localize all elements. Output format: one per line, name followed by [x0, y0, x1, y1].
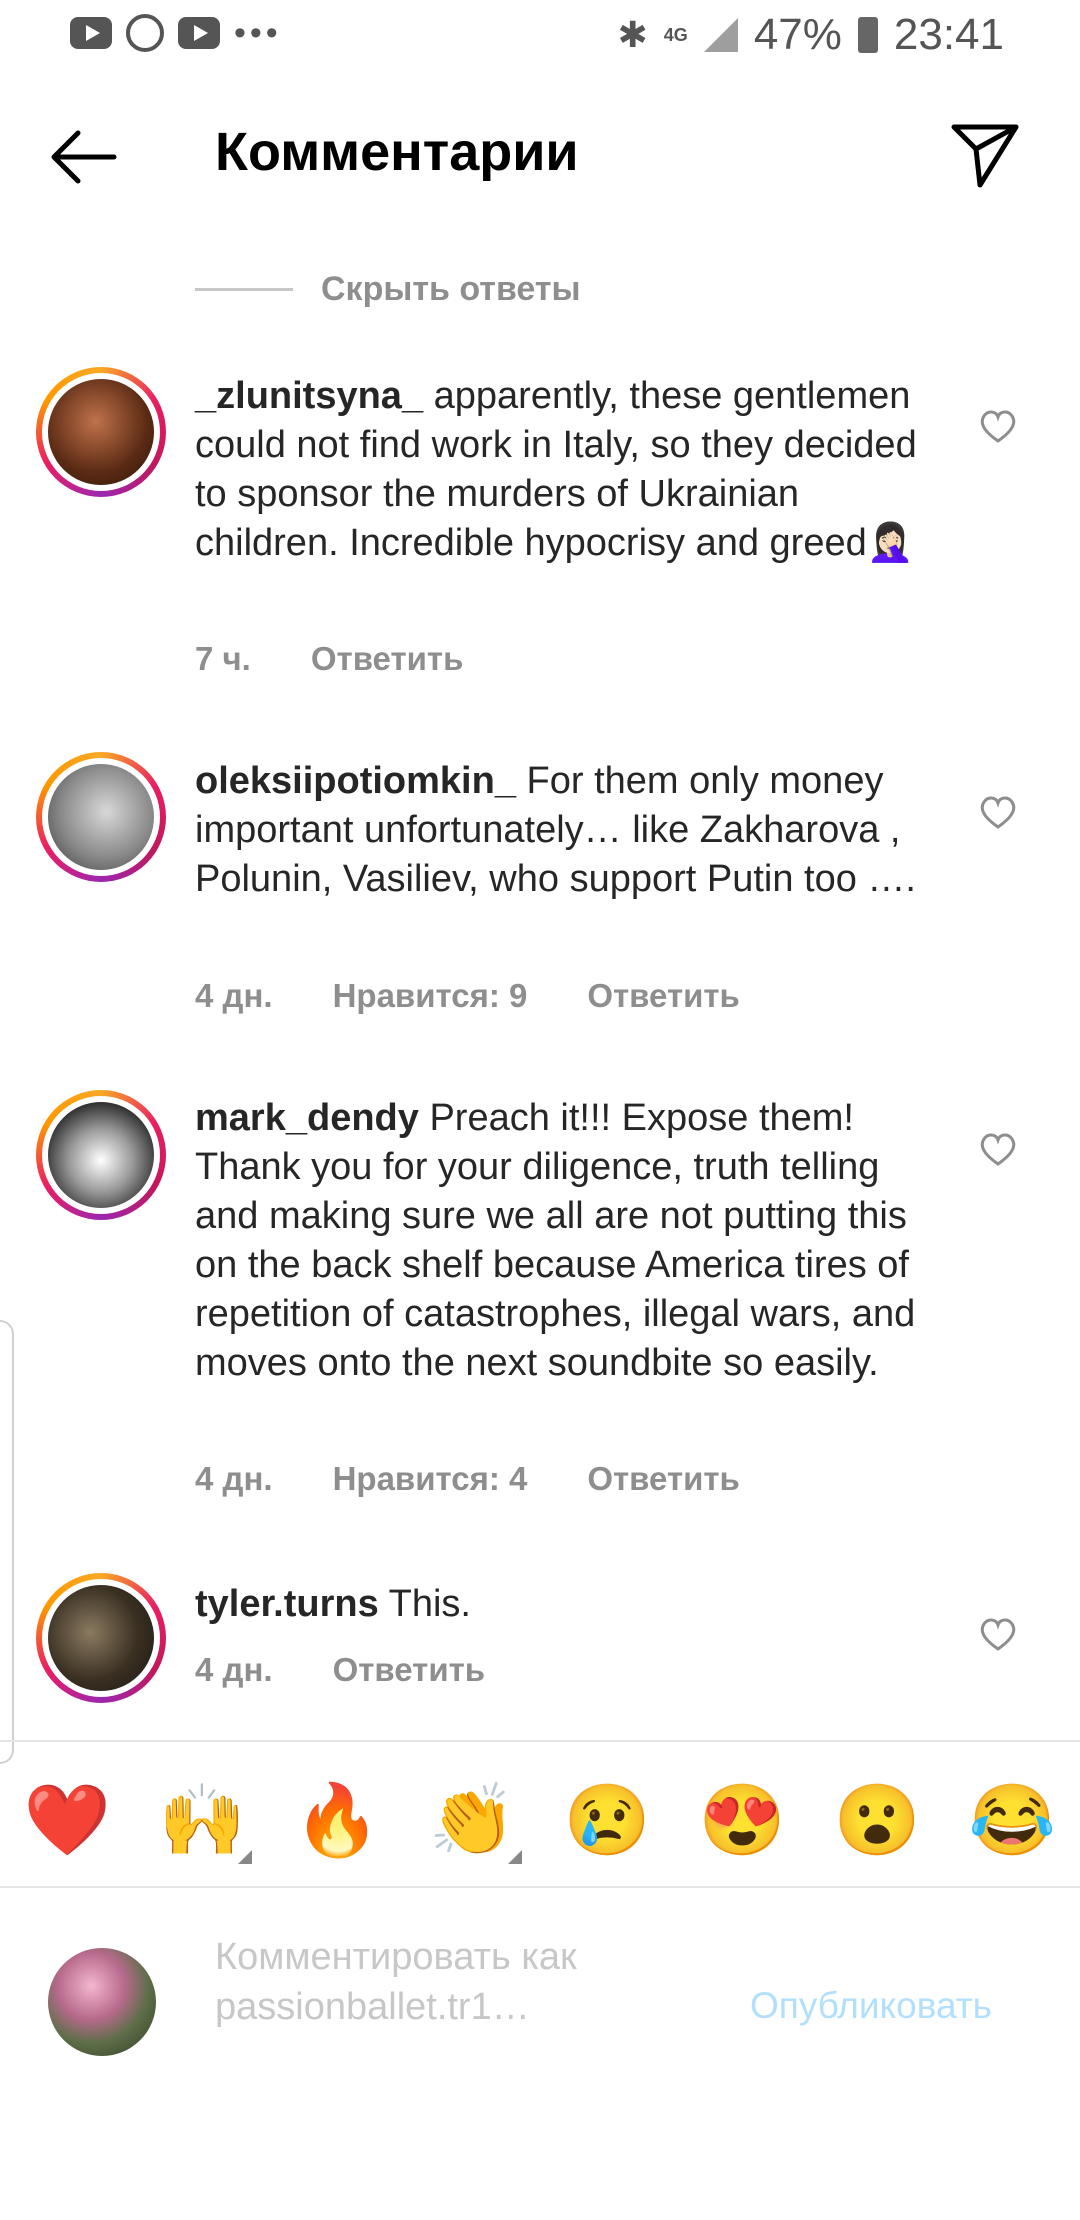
youtube-icon	[178, 17, 220, 49]
direct-message-icon[interactable]	[950, 119, 1020, 189]
comment-body: This.	[388, 1583, 471, 1625]
hide-replies-label: Скрыть ответы	[321, 270, 581, 308]
comment-time: 7 ч.	[195, 640, 251, 677]
emoji-laughing[interactable]: 😂	[945, 1770, 1080, 1870]
avatar[interactable]	[36, 1573, 166, 1703]
whatsapp-icon	[126, 14, 164, 52]
reply-button[interactable]: Ответить	[587, 977, 740, 1015]
emoji-clapping[interactable]: 👏	[405, 1770, 540, 1870]
comment-text: tyler.turns This.	[195, 1580, 940, 1629]
clock: 23:41	[893, 10, 1004, 59]
hide-replies-toggle[interactable]: Скрыть ответы	[195, 270, 581, 309]
like-heart-icon[interactable]	[978, 1131, 1018, 1167]
comment-username[interactable]: tyler.turns	[195, 1583, 379, 1625]
emoji-fire[interactable]: 🔥	[270, 1770, 405, 1870]
like-heart-icon[interactable]	[978, 408, 1018, 444]
notification-icons: •••	[70, 14, 282, 52]
comment-text: mark_dendy Preach it!!! Expose them! Tha…	[195, 1094, 940, 1388]
status-bar: ••• ✱ 4G 47% 23:41	[0, 0, 1080, 72]
emoji-surprised[interactable]: 😮	[810, 1770, 945, 1870]
like-heart-icon[interactable]	[978, 794, 1018, 830]
signal-icon	[703, 18, 738, 52]
back-arrow-icon[interactable]	[48, 127, 118, 187]
likes-count[interactable]: Нравится: 9	[333, 977, 528, 1015]
emoji-heart-eyes[interactable]: 😍	[675, 1770, 810, 1870]
comment-time: 4 дн.	[195, 977, 273, 1014]
emoji-heart[interactable]: ❤️	[0, 1770, 135, 1870]
skin-tone-indicator-icon	[238, 1850, 252, 1864]
comment-input[interactable]: Комментировать как passionballet.tr1…	[215, 1932, 715, 2032]
page-title: Комментарии	[215, 122, 579, 182]
youtube-icon	[70, 17, 112, 49]
reply-button[interactable]: Ответить	[587, 1460, 740, 1498]
emoji-raised-hands-glyph: 🙌	[158, 1781, 247, 1859]
network-type: 4G	[663, 25, 688, 45]
comment-time: 4 дн.	[195, 1651, 273, 1688]
emoji-clapping-glyph: 👏	[428, 1781, 517, 1859]
comment-text: oleksiipotiomkin_ For them only money im…	[195, 757, 940, 904]
comment-meta: 7 ч. Ответить	[195, 640, 463, 678]
emoji-crying[interactable]: 😢	[540, 1770, 675, 1870]
comment-meta: 4 дн. Нравится: 9 Ответить	[195, 977, 740, 1015]
more-icon: •••	[234, 14, 282, 52]
reply-button[interactable]: Ответить	[311, 640, 464, 678]
divider-line	[195, 288, 293, 291]
bluetooth-icon: ✱	[617, 14, 648, 55]
scroll-handle[interactable]	[0, 1320, 14, 1764]
comment-username[interactable]: oleksiipotiomkin_	[195, 760, 516, 802]
avatar[interactable]	[36, 1090, 166, 1220]
avatar[interactable]	[36, 367, 166, 497]
comment-username[interactable]: mark_dendy	[195, 1097, 419, 1139]
comment-username[interactable]: _zlunitsyna_	[195, 375, 423, 417]
battery-percent: 47%	[753, 10, 842, 59]
divider	[0, 1740, 1080, 1742]
comment-meta: 4 дн. Ответить	[195, 1651, 485, 1689]
comment-meta: 4 дн. Нравится: 4 Ответить	[195, 1460, 740, 1498]
emoji-quick-bar: ❤️ 🙌 🔥 👏 😢 😍 😮 😂	[0, 1770, 1080, 1870]
header: Комментарии	[0, 95, 1080, 215]
reply-button[interactable]: Ответить	[333, 1651, 486, 1689]
skin-tone-indicator-icon	[508, 1850, 522, 1864]
emoji-raised-hands[interactable]: 🙌	[135, 1770, 270, 1870]
comment-body: Preach it!!! Expose them! Thank you for …	[195, 1097, 916, 1384]
publish-button[interactable]: Опубликовать	[750, 1985, 992, 2027]
battery-icon	[857, 17, 878, 53]
comment-text: _zlunitsyna_ apparently, these gentlemen…	[195, 372, 940, 568]
comment-time: 4 дн.	[195, 1460, 273, 1497]
avatar[interactable]	[36, 752, 166, 882]
system-icons: ✱ 4G 47% 23:41	[618, 10, 1004, 60]
my-avatar	[48, 1948, 156, 2056]
like-heart-icon[interactable]	[978, 1616, 1018, 1652]
divider	[0, 1886, 1080, 1888]
likes-count[interactable]: Нравится: 4	[333, 1460, 528, 1498]
